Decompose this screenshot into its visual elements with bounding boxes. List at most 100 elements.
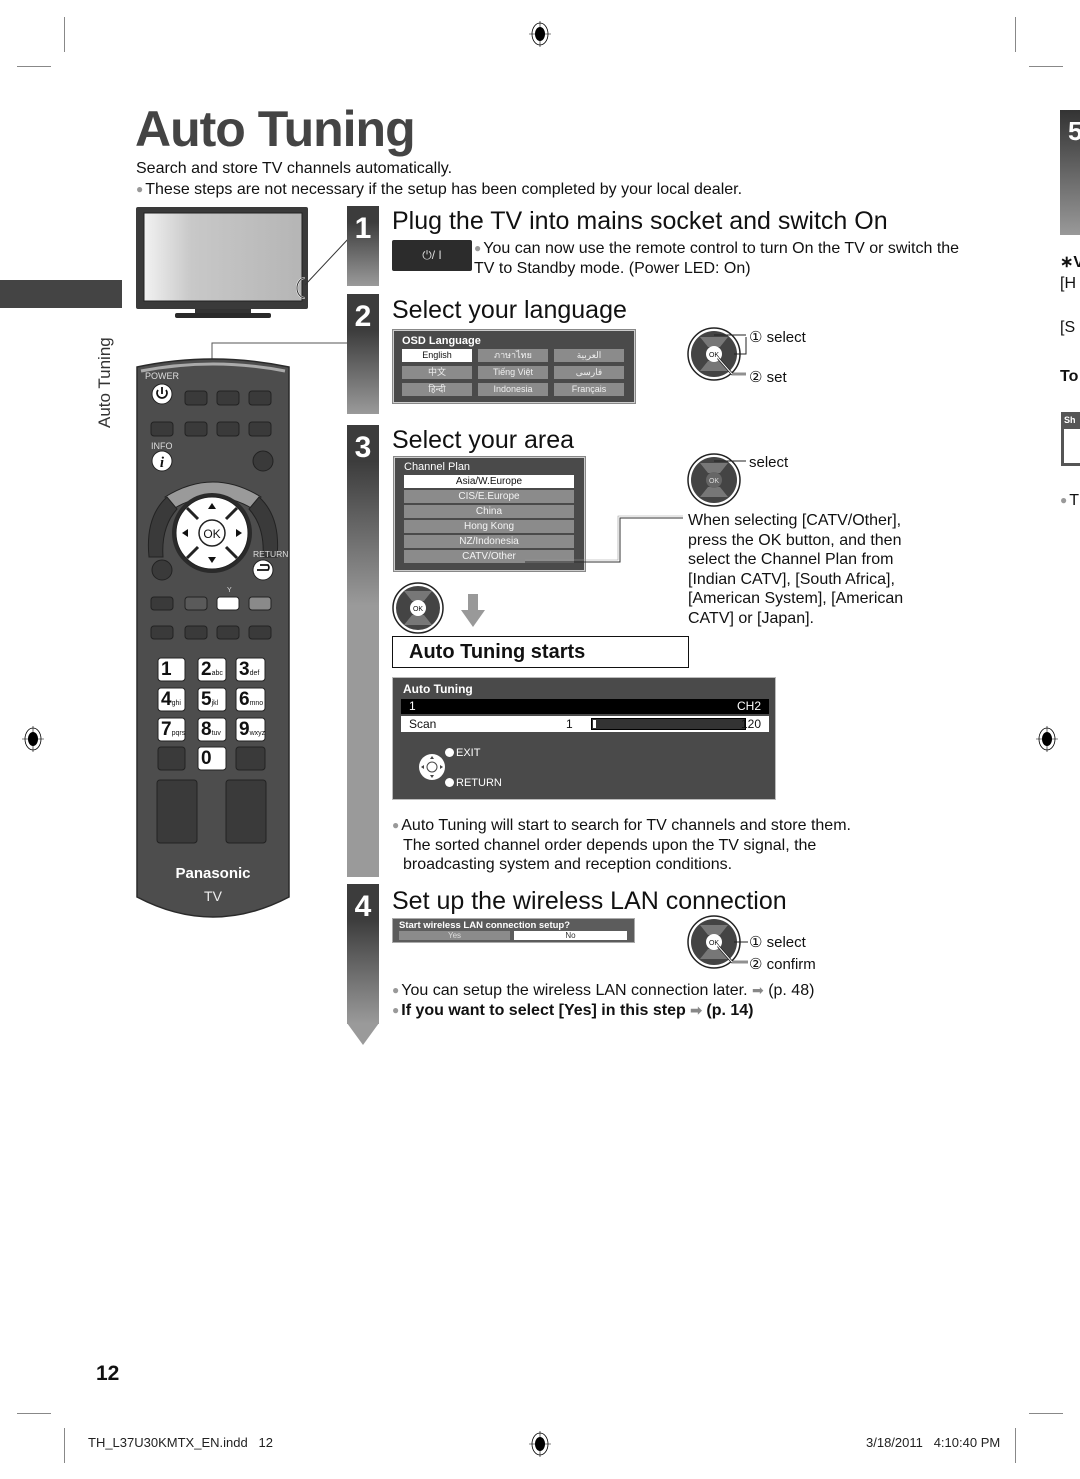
osd-wireless-lan-prompt: Start wireless LAN connection setup? Yes…: [392, 918, 635, 943]
step-number-3: 3: [347, 425, 379, 877]
auto-tuning-note-line: ● Auto Tuning will start to search for TV…: [392, 817, 851, 834]
wlan-note-later: ● You can setup the wireless LAN connecti…: [392, 982, 815, 999]
remote-key-8[interactable]: 8tuv: [201, 719, 221, 741]
step-2-heading: Select your language: [392, 296, 627, 324]
language-option[interactable]: Français: [554, 383, 624, 396]
edge-fragment: [H: [1060, 275, 1076, 292]
crop-mark: [17, 1413, 51, 1414]
channel-plan-option[interactable]: Asia/W.Europe: [404, 475, 574, 488]
remote-key-4[interactable]: 4ghi: [161, 689, 181, 711]
language-option[interactable]: Tiếng Việt: [478, 366, 548, 379]
crop-mark: [64, 1428, 65, 1463]
step-1-note-text: You can now use the remote control to tu…: [474, 240, 960, 277]
scan-min: 1: [566, 717, 573, 731]
osd-auto-tuning-progress: Auto Tuning 1 CH2 Scan 1 120 EXIT RETURN: [392, 677, 776, 800]
osd-language-title: OSD Language: [402, 335, 481, 347]
language-option[interactable]: 中文: [402, 366, 472, 379]
scan-progress-fill: [593, 720, 596, 728]
language-option[interactable]: ภาษาไทย: [478, 349, 548, 362]
remote-info-label: INFO: [151, 441, 173, 451]
step-3-heading: Select your area: [392, 426, 575, 454]
remote-key-5[interactable]: 5jkl: [201, 689, 218, 711]
nav-pad-icon: [419, 754, 445, 780]
language-option[interactable]: English: [402, 349, 472, 362]
step-number-4: 4: [347, 884, 379, 1024]
arrow-right-icon: ➡: [690, 1001, 702, 1018]
dpad-select-label: ① select: [749, 329, 806, 346]
crop-mark: [17, 66, 51, 67]
remote-key-0[interactable]: 0: [201, 748, 212, 770]
step-1-heading: Plug the TV into mains socket and switch…: [392, 207, 888, 235]
footer-filename: TH_L37U30KMTX_EN.indd 12: [88, 1435, 273, 1450]
crop-mark: [1029, 66, 1063, 67]
dpad-select-label: select: [749, 454, 789, 471]
footer-timestamp: 3/18/2011 4:10:40 PM: [866, 1435, 1001, 1450]
tv-power-button[interactable]: ⏻/ I: [392, 240, 472, 271]
intro-line: Search and store TV channels automatical…: [136, 160, 453, 177]
tuning-channel: CH2: [736, 699, 761, 713]
language-option[interactable]: Indonesia: [478, 383, 548, 396]
remote-key-7[interactable]: 7pqrs: [161, 719, 185, 741]
osd-language-menu: OSD Language English ภาษาไทย العربية 中文 Tiến…: [392, 329, 636, 404]
return-hint: RETURN: [445, 777, 502, 789]
remote-key-1[interactable]: 1: [161, 659, 172, 681]
dpad-select-label: ① select: [749, 934, 806, 951]
wlan-notes: ● You can setup the wireless LAN connecti…: [392, 981, 814, 1020]
language-option[interactable]: فارسی: [554, 366, 624, 379]
scan-max: 120: [740, 717, 761, 731]
registration-mark-icon: [1036, 726, 1058, 752]
step-4-heading: Set up the wireless LAN connection: [392, 887, 787, 915]
edge-fragment: ∗V: [1060, 254, 1080, 271]
page-number: 12: [96, 1362, 120, 1385]
crop-mark: [64, 17, 65, 52]
exit-hint: EXIT: [445, 747, 480, 759]
bullet-icon: ●: [136, 182, 144, 196]
remote-brand: Panasonic: [175, 865, 251, 882]
wlan-no-button[interactable]: No: [514, 931, 627, 940]
page-reference-link[interactable]: (p. 14): [706, 1002, 753, 1019]
next-page-tab-number: 5: [1068, 116, 1080, 146]
registration-mark-icon: [529, 21, 551, 47]
tuning-index: 1: [409, 699, 416, 713]
tuning-scan-row: Scan 1 120: [401, 716, 769, 732]
page-reference-link[interactable]: (p. 48): [768, 982, 814, 999]
language-option[interactable]: العربية: [554, 349, 624, 362]
remote-key-2[interactable]: 2abc: [201, 659, 223, 681]
arrow-down-icon: [461, 594, 485, 627]
step-arrow-tip: [347, 1023, 379, 1045]
language-option[interactable]: हिन्दी: [402, 383, 472, 396]
section-tab-bar: [0, 280, 122, 308]
catv-callout-line: [525, 515, 683, 563]
crop-mark: [1015, 17, 1016, 52]
tuning-channel-row: 1 CH2: [401, 699, 769, 714]
intro-note: ● These steps are not necessary if the se…: [136, 179, 742, 200]
remote-model: TV: [204, 888, 222, 904]
registration-mark-icon: [529, 1431, 551, 1457]
edge-fragment: [S: [1060, 319, 1076, 336]
channel-plan-option[interactable]: CIS/E.Europe: [404, 490, 574, 503]
auto-tuning-starts-label: Auto Tuning starts: [392, 636, 689, 668]
edge-fragment: To: [1060, 368, 1079, 385]
remote-return-label: RETURN: [253, 549, 289, 559]
osd-auto-tuning-title: Auto Tuning: [403, 682, 473, 696]
wlan-note-yes: ● If you want to select [Yes] in this ste…: [392, 1001, 754, 1019]
edge-fragment: Sh: [1064, 415, 1080, 429]
dpad-select-set-icon: OK: [687, 327, 747, 381]
intro-text: Search and store TV channels automatical…: [136, 159, 742, 200]
wlan-yes-button[interactable]: Yes: [399, 931, 510, 940]
remote-key-6[interactable]: 6mno: [239, 689, 263, 711]
svg-text:OK: OK: [203, 527, 220, 541]
ok-button-icon: OK: [392, 582, 444, 634]
svg-text:OK: OK: [709, 478, 719, 485]
wlan-question: Start wireless LAN connection setup?: [399, 920, 571, 931]
remote-power-label: POWER: [145, 371, 180, 381]
page-title: Auto Tuning: [135, 101, 416, 157]
remote-key-9[interactable]: 9wxyz: [239, 719, 265, 741]
remote-key-3[interactable]: 3def: [239, 659, 259, 681]
crop-mark: [1029, 1413, 1063, 1414]
edge-fragment: ● T: [1060, 492, 1080, 509]
dpad-set-label: ② set: [749, 369, 787, 386]
svg-text:OK: OK: [709, 940, 719, 947]
section-side-label: Auto Tuning: [95, 320, 125, 430]
auto-tuning-note-line: broadcasting system and reception condit…: [403, 856, 733, 873]
